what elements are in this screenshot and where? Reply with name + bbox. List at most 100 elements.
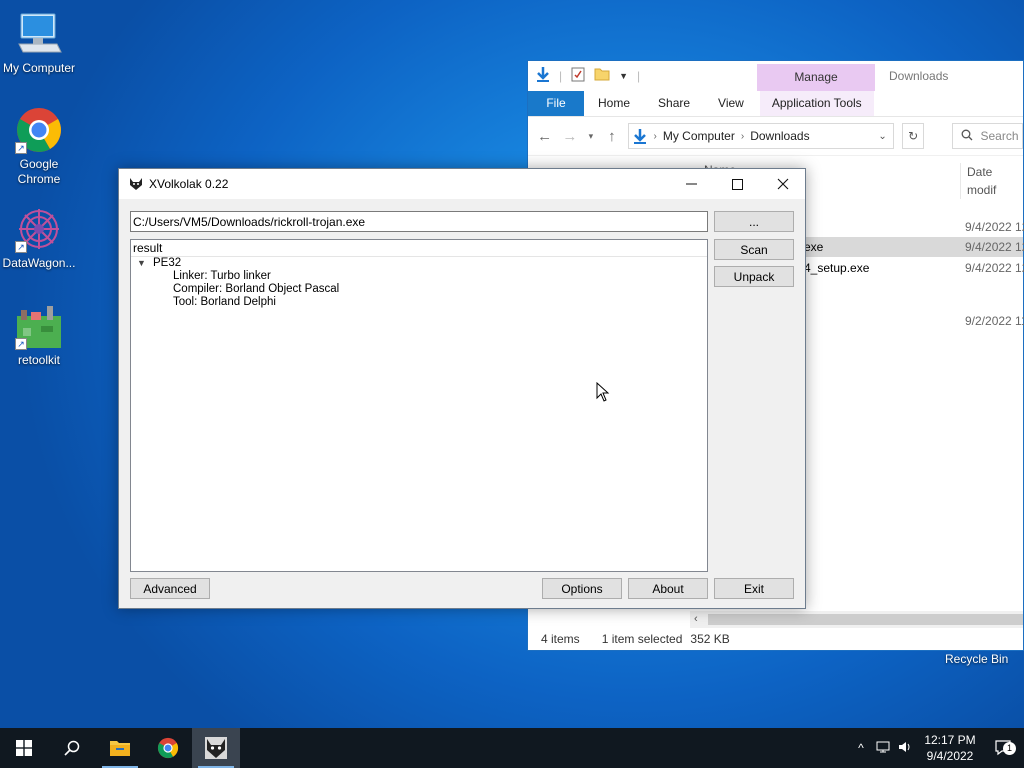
desktop-icon-label: retoolkit — [17, 353, 61, 367]
search-placeholder: Search — [980, 129, 1019, 143]
file-name: exe — [804, 240, 824, 254]
folder-icon — [110, 741, 130, 756]
chrome-icon — [157, 737, 179, 759]
windows-logo-icon — [16, 740, 32, 756]
tab-share[interactable]: Share — [644, 91, 704, 116]
volume-icon[interactable] — [894, 741, 916, 756]
desktop-icon-recycle-bin-label[interactable]: Recycle Bin — [945, 652, 1008, 666]
manage-contextual-tab[interactable]: Manage — [757, 64, 875, 91]
action-center-button[interactable]: 1 — [984, 739, 1024, 757]
breadcrumb-chevron-icon: › — [740, 130, 745, 142]
tree-node-tool[interactable]: Tool: Borland Delphi — [137, 296, 707, 309]
mouse-pointer-icon — [596, 381, 610, 403]
customize-toolbar-chevron-icon[interactable]: ▼ — [619, 71, 628, 81]
scroll-left-arrow-icon[interactable]: ‹ — [694, 611, 698, 628]
new-folder-icon[interactable] — [594, 67, 610, 84]
tree-node-linker[interactable]: Linker: Turbo linker — [137, 270, 707, 283]
file-name: 4_setup.exe — [804, 261, 870, 275]
notification-count-badge: 1 — [1003, 742, 1016, 755]
window-title: Downloads — [889, 69, 949, 83]
download-arrow-icon[interactable] — [536, 66, 550, 85]
forward-arrow-icon[interactable]: → — [561, 128, 578, 145]
browse-button[interactable]: ... — [714, 211, 794, 232]
scan-button[interactable]: Scan — [714, 239, 794, 260]
tree-node-label: Tool: Borland Delphi — [173, 296, 276, 308]
status-item-count: 4 items — [541, 632, 580, 646]
retoolkit-icon: ↗ — [15, 302, 63, 350]
xvolkolak-titlebar[interactable]: XVolkolak 0.22 — [119, 169, 805, 199]
refresh-icon[interactable]: ↻ — [901, 123, 925, 149]
breadcrumb-chevron-icon: › — [653, 130, 657, 142]
show-hidden-icons-chevron-icon[interactable]: ^ — [850, 741, 872, 755]
up-arrow-icon[interactable]: ↑ — [603, 128, 620, 145]
result-column-header[interactable]: result — [131, 240, 707, 257]
search-icon — [961, 129, 973, 144]
address-bar[interactable]: › My Computer › Downloads ⌄ — [628, 123, 894, 149]
desktop-icon-my-computer[interactable]: My Computer — [1, 10, 77, 76]
status-selected-size: 352 KB — [690, 632, 730, 646]
close-icon[interactable] — [760, 169, 806, 199]
address-row: ← → ▾ ↑ › My Computer › Downloads ⌄ ↻ Se… — [528, 116, 1023, 156]
scrollbar-thumb[interactable] — [708, 614, 1023, 625]
tab-application-tools[interactable]: Application Tools — [759, 91, 874, 116]
taskbar: ^ 12:17 PM 9/4/2022 1 — [0, 728, 1024, 768]
tree-node-label: Compiler: Borland Object Pascal — [173, 283, 340, 295]
shortcut-arrow-icon: ↗ — [15, 338, 27, 350]
tree-expand-chevron-icon[interactable]: ▼ — [137, 257, 153, 270]
tree-node-compiler[interactable]: Compiler: Borland Object Pascal — [137, 283, 707, 296]
taskbar-xvolkolak[interactable] — [192, 728, 240, 768]
network-icon[interactable] — [872, 741, 894, 756]
taskbar-google-chrome[interactable] — [144, 728, 192, 768]
ribbon-tabs: File Home Share View Application Tools — [528, 91, 1023, 116]
tree-node-pe32[interactable]: ▼ PE32 — [137, 257, 707, 270]
file-date: 9/4/2022 12 — [965, 220, 1024, 234]
back-arrow-icon[interactable]: ← — [536, 128, 553, 145]
download-arrow-icon — [634, 129, 647, 144]
horizontal-scrollbar[interactable]: ‹ — [690, 611, 1023, 628]
taskbar-file-explorer[interactable] — [96, 728, 144, 768]
desktop-icon-label: My Computer — [2, 61, 76, 75]
file-date: 9/4/2022 12 — [965, 240, 1024, 254]
unpack-button[interactable]: Unpack — [714, 266, 794, 287]
desktop-icon-retoolkit[interactable]: ↗ retoolkit — [1, 302, 77, 368]
file-date: 9/2/2022 11 — [965, 314, 1024, 328]
search-icon — [64, 740, 80, 756]
result-tree-panel[interactable]: result ▼ PE32 Linker: Turbo linker Compil… — [130, 239, 708, 572]
search-button[interactable] — [48, 728, 96, 768]
advanced-button[interactable]: Advanced — [130, 578, 210, 599]
toolbar-separator: | — [559, 68, 563, 83]
start-button[interactable] — [0, 728, 48, 768]
shortcut-arrow-icon: ↗ — [15, 241, 27, 253]
maximize-icon[interactable] — [714, 169, 760, 199]
exit-button[interactable]: Exit — [714, 578, 794, 599]
recent-locations-chevron-icon[interactable]: ▾ — [587, 131, 596, 142]
status-bar: 4 items 1 item selected 352 KB — [541, 632, 730, 646]
tab-view[interactable]: View — [704, 91, 758, 116]
xvolkolak-window[interactable]: XVolkolak 0.22 ... Scan Unpack result ▼P… — [118, 168, 806, 609]
desktop-icon-google-chrome[interactable]: ↗ Google Chrome — [1, 106, 77, 187]
file-date: 9/4/2022 12 — [965, 261, 1024, 275]
options-button[interactable]: Options — [542, 578, 622, 599]
address-dropdown-chevron-icon[interactable]: ⌄ — [878, 131, 886, 142]
file-path-input[interactable] — [130, 211, 708, 232]
clock[interactable]: 12:17 PM 9/4/2022 — [916, 732, 984, 764]
quick-access-toolbar: | ▼ | — [536, 66, 640, 85]
tab-file[interactable]: File — [528, 91, 584, 116]
about-button[interactable]: About — [628, 578, 708, 599]
clock-time: 12:17 PM — [924, 733, 976, 747]
clock-date: 9/4/2022 — [926, 749, 974, 763]
breadcrumb-downloads[interactable]: Downloads — [750, 129, 809, 143]
column-header-date-modified[interactable]: Date modif — [960, 163, 1023, 199]
search-box[interactable]: Search — [952, 123, 1023, 149]
window-title: XVolkolak 0.22 — [149, 177, 229, 191]
desktop-icon-datawagon[interactable]: ↗ DataWagon... — [1, 205, 77, 271]
breadcrumb-my-computer[interactable]: My Computer — [663, 129, 735, 143]
desktop-icon-label: Google Chrome — [17, 157, 61, 186]
tab-home[interactable]: Home — [584, 91, 644, 116]
properties-icon[interactable] — [571, 67, 585, 85]
explorer-titlebar[interactable]: | ▼ | Manage Downloads — [528, 61, 1023, 91]
minimize-icon[interactable] — [668, 169, 714, 199]
result-tree: ▼ PE32 Linker: Turbo linker Compiler: Bor… — [131, 257, 707, 309]
shortcut-arrow-icon: ↗ — [15, 142, 27, 154]
wolf-logo-icon — [129, 177, 143, 191]
